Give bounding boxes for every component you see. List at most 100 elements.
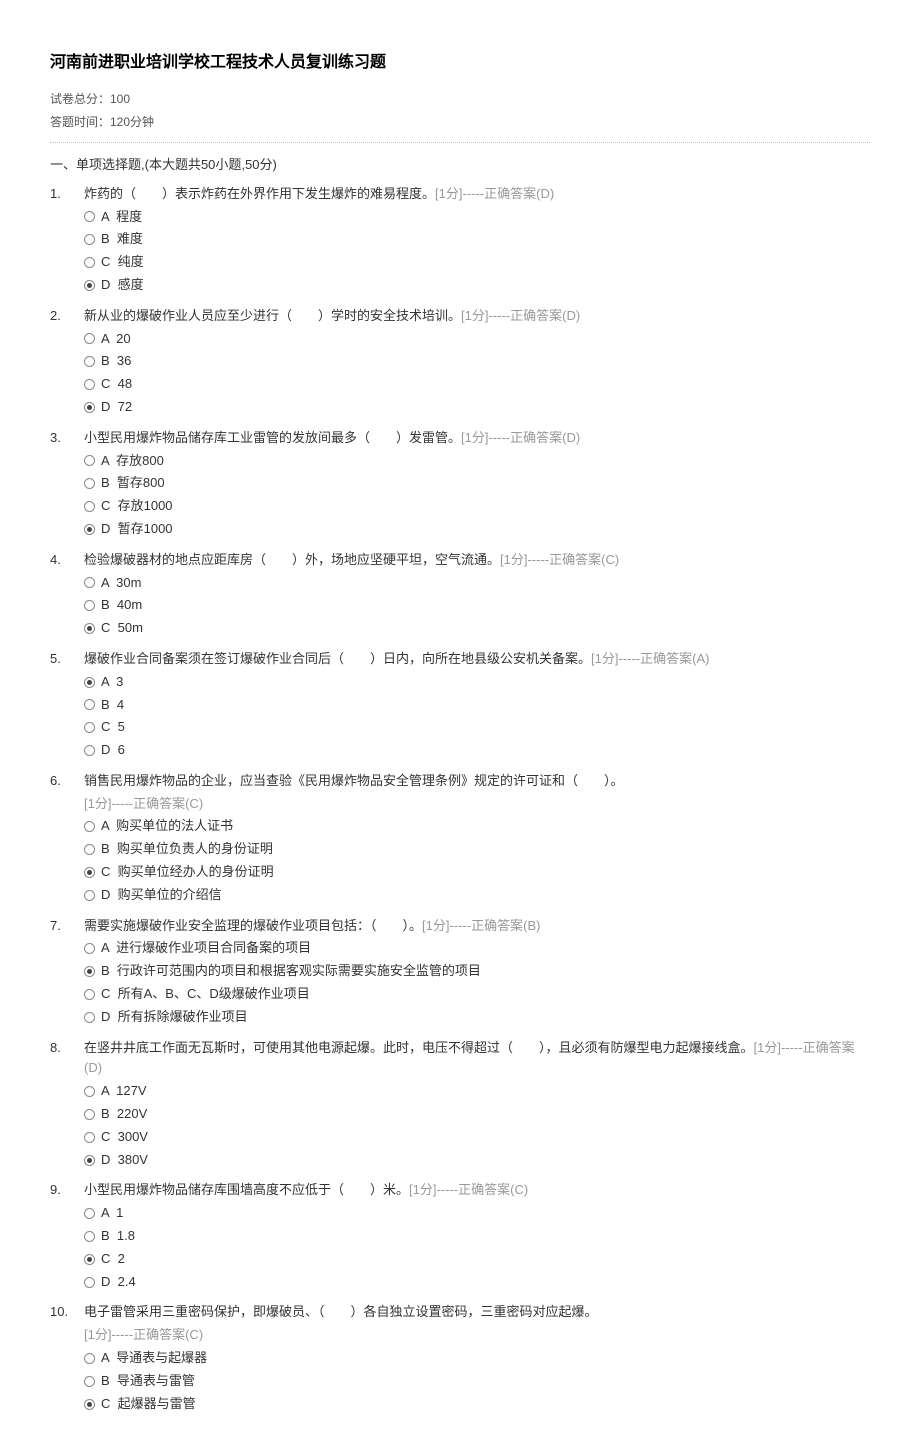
radio-icon[interactable] [84, 722, 95, 733]
option[interactable]: D 380V [84, 1150, 870, 1171]
option[interactable]: B 40m [84, 595, 870, 616]
radio-icon[interactable] [84, 524, 95, 535]
radio-icon[interactable] [84, 333, 95, 344]
question-body: 检验爆破器材的地点应距库房（ ）外，场地应坚硬平坦，空气流通。[1分]-----… [84, 550, 870, 639]
option[interactable]: C 所有A、B、C、D级爆破作业项目 [84, 984, 870, 1005]
radio-icon[interactable] [84, 1231, 95, 1242]
option[interactable]: A 程度 [84, 207, 870, 228]
option[interactable]: B 行政许可范围内的项目和根据客观实际需要实施安全监管的项目 [84, 961, 870, 982]
option[interactable]: D 感度 [84, 275, 870, 296]
option[interactable]: D 72 [84, 397, 870, 418]
radio-icon[interactable] [84, 745, 95, 756]
option[interactable]: D 所有拆除爆破作业项目 [84, 1007, 870, 1028]
radio-icon[interactable] [84, 821, 95, 832]
option[interactable]: A 进行爆破作业项目合同备案的项目 [84, 938, 870, 959]
radio-icon[interactable] [84, 280, 95, 291]
radio-icon[interactable] [84, 402, 95, 413]
option[interactable]: A 导通表与起爆器 [84, 1348, 870, 1369]
radio-icon[interactable] [84, 600, 95, 611]
radio-icon[interactable] [84, 989, 95, 1000]
question: 7.需要实施爆破作业安全监理的爆破作业项目包括：（ ）。[1分]-----正确答… [50, 916, 870, 1028]
option[interactable]: A 30m [84, 573, 870, 594]
radio-icon[interactable] [84, 1376, 95, 1387]
radio-icon[interactable] [84, 501, 95, 512]
option-label: B 1.8 [101, 1226, 135, 1247]
question-number: 6. [50, 771, 84, 906]
radio-icon[interactable] [84, 844, 95, 855]
option[interactable]: B 36 [84, 351, 870, 372]
option[interactable]: D 购买单位的介绍信 [84, 885, 870, 906]
radio-icon[interactable] [84, 356, 95, 367]
radio-icon[interactable] [84, 1353, 95, 1364]
question: 3.小型民用爆炸物品储存库工业雷管的发放间最多（ ）发雷管。[1分]-----正… [50, 428, 870, 540]
option[interactable]: C 50m [84, 618, 870, 639]
option[interactable]: D 2.4 [84, 1272, 870, 1293]
radio-icon[interactable] [84, 1155, 95, 1166]
radio-icon[interactable] [84, 699, 95, 710]
question-text: 小型民用爆炸物品储存库工业雷管的发放间最多（ ）发雷管。[1分]-----正确答… [84, 428, 870, 449]
question-number: 7. [50, 916, 84, 1028]
option-label: B 36 [101, 351, 131, 372]
question: 8.在竖井井底工作面无瓦斯时，可使用其他电源起爆。此时，电压不得超过（ ），且必… [50, 1038, 870, 1171]
option[interactable]: B 1.8 [84, 1226, 870, 1247]
option[interactable]: C 2 [84, 1249, 870, 1270]
option[interactable]: C 纯度 [84, 252, 870, 273]
radio-icon[interactable] [84, 890, 95, 901]
score-answer: [1分]-----正确答案(C) [84, 1325, 870, 1346]
option[interactable]: A 3 [84, 672, 870, 693]
option[interactable]: B 4 [84, 695, 870, 716]
radio-icon[interactable] [84, 1254, 95, 1265]
option[interactable]: A 购买单位的法人证书 [84, 816, 870, 837]
option[interactable]: B 暂存800 [84, 473, 870, 494]
score-answer: [1分]-----正确答案(D) [435, 186, 554, 201]
option[interactable]: A 127V [84, 1081, 870, 1102]
radio-icon[interactable] [84, 455, 95, 466]
radio-icon[interactable] [84, 257, 95, 268]
radio-icon[interactable] [84, 234, 95, 245]
radio-icon[interactable] [84, 478, 95, 489]
option[interactable]: B 难度 [84, 229, 870, 250]
option[interactable]: C 48 [84, 374, 870, 395]
option-label: A 存放800 [101, 451, 164, 472]
question-text: 新从业的爆破作业人员应至少进行（ ）学时的安全技术培训。[1分]-----正确答… [84, 306, 870, 327]
option-label: D 感度 [101, 275, 144, 296]
option-label: A 30m [101, 573, 141, 594]
option[interactable]: B 220V [84, 1104, 870, 1125]
radio-icon[interactable] [84, 1399, 95, 1410]
radio-icon[interactable] [84, 1132, 95, 1143]
radio-icon[interactable] [84, 966, 95, 977]
option-label: B 导通表与雷管 [101, 1371, 195, 1392]
option[interactable]: B 导通表与雷管 [84, 1371, 870, 1392]
option[interactable]: A 1 [84, 1203, 870, 1224]
option[interactable]: D 暂存1000 [84, 519, 870, 540]
question: 6.销售民用爆炸物品的企业，应当查验《民用爆炸物品安全管理条例》规定的许可证和（… [50, 771, 870, 906]
question-body: 小型民用爆炸物品储存库工业雷管的发放间最多（ ）发雷管。[1分]-----正确答… [84, 428, 870, 540]
question: 5.爆破作业合同备案须在签订爆破作业合同后（ ）日内，向所在地县级公安机关备案。… [50, 649, 870, 761]
radio-icon[interactable] [84, 577, 95, 588]
option[interactable]: B 购买单位负责人的身份证明 [84, 839, 870, 860]
radio-icon[interactable] [84, 1277, 95, 1288]
question-body: 电子雷管采用三重密码保护，即爆破员、（ ）各自独立设置密码，三重密码对应起爆。[… [84, 1302, 870, 1414]
question-number: 10. [50, 1302, 84, 1414]
radio-icon[interactable] [84, 677, 95, 688]
option[interactable]: C 购买单位经办人的身份证明 [84, 862, 870, 883]
score-answer: [1分]-----正确答案(C) [84, 794, 870, 815]
option[interactable]: A 存放800 [84, 451, 870, 472]
option[interactable]: A 20 [84, 329, 870, 350]
option[interactable]: C 300V [84, 1127, 870, 1148]
radio-icon[interactable] [84, 943, 95, 954]
option[interactable]: D 6 [84, 740, 870, 761]
radio-icon[interactable] [84, 867, 95, 878]
radio-icon[interactable] [84, 1208, 95, 1219]
radio-icon[interactable] [84, 211, 95, 222]
radio-icon[interactable] [84, 379, 95, 390]
question-number: 9. [50, 1180, 84, 1292]
option[interactable]: C 起爆器与雷管 [84, 1394, 870, 1415]
option-label: A 程度 [101, 207, 142, 228]
option[interactable]: C 存放1000 [84, 496, 870, 517]
radio-icon[interactable] [84, 623, 95, 634]
radio-icon[interactable] [84, 1012, 95, 1023]
radio-icon[interactable] [84, 1086, 95, 1097]
option[interactable]: C 5 [84, 717, 870, 738]
radio-icon[interactable] [84, 1109, 95, 1120]
